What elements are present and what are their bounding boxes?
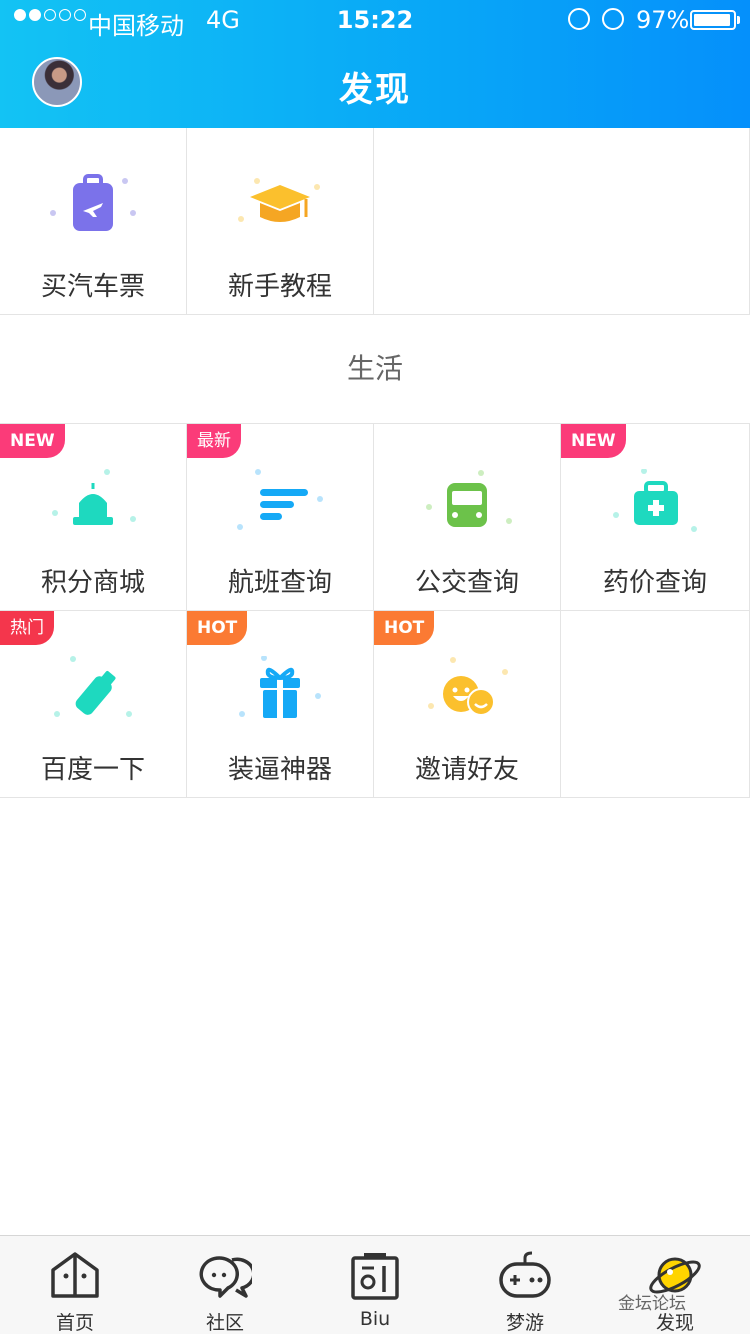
biu-icon: [351, 1253, 399, 1300]
grid-empty-cell: [374, 128, 750, 315]
tab-discover[interactable]: 发现: [600, 1236, 750, 1335]
grid-item-label: 装逼神器: [227, 755, 332, 785]
tab-dream[interactable]: 梦游: [450, 1236, 600, 1335]
chat-icon: [199, 1256, 252, 1298]
grid-item-label: 药价查询: [602, 568, 707, 598]
grid-item-label: 积分商城: [40, 568, 145, 598]
battery-percent: 97%: [636, 6, 690, 34]
header-bar: 中国移动 4G 15:22 97% 发现: [0, 0, 750, 128]
luggage-icon: [50, 174, 136, 231]
home-icon: [51, 1252, 99, 1298]
tab-label: 梦游: [505, 1312, 544, 1334]
badge-hot: HOT: [374, 611, 435, 645]
grid-item-bus-ticket[interactable]: 买汽车票: [0, 128, 187, 315]
smiley-icon: [428, 657, 508, 716]
badge-new: NEW: [561, 424, 626, 458]
bus-icon: [426, 470, 512, 527]
lines-icon: [237, 469, 323, 530]
grid-item-points-mall[interactable]: NEW 积分商城: [0, 424, 187, 611]
grid-empty-cell: [561, 611, 750, 798]
grid-item-label: 邀请好友: [414, 755, 519, 785]
section-title: 生活: [0, 314, 750, 424]
grid-item-tutorial[interactable]: 新手教程: [187, 128, 374, 315]
grid-item-flight-query[interactable]: 最新 航班查询: [187, 424, 374, 611]
tab-bar: 首页 社区 Biu 梦游 发现: [0, 1235, 750, 1334]
tab-community[interactable]: 社区: [150, 1236, 300, 1335]
grid-item-show-off-tool[interactable]: HOT 装逼神器: [187, 611, 374, 798]
tab-label: 首页: [55, 1312, 94, 1334]
tab-biu[interactable]: Biu: [300, 1236, 450, 1335]
tab-label: 社区: [205, 1312, 244, 1334]
bottle-icon: [54, 656, 132, 717]
grid-item-label: 航班查询: [227, 568, 332, 598]
badge-new: NEW: [0, 424, 65, 458]
tab-home[interactable]: 首页: [0, 1236, 150, 1335]
page-title: 发现: [339, 70, 411, 110]
grid-item-baidu[interactable]: 热门 百度一下: [0, 611, 187, 798]
gamepad-icon: [499, 1251, 551, 1298]
alarm-light-icon: [52, 469, 136, 525]
medkit-icon: [613, 469, 697, 532]
gift-icon: [239, 656, 321, 718]
grid-item-bus-query[interactable]: 公交查询: [374, 424, 561, 611]
grid-item-label: 新手教程: [227, 272, 332, 302]
rotation-lock-icon: [568, 8, 590, 30]
badge-popular: 热门: [0, 611, 54, 645]
watermark: 金坛论坛: [618, 1294, 686, 1314]
badge-latest: 最新: [187, 424, 241, 458]
grid-item-invite-friends[interactable]: HOT 邀请好友: [374, 611, 561, 798]
grid-item-label: 公交查询: [414, 568, 519, 598]
grid-item-drug-price[interactable]: NEW 药价查询: [561, 424, 750, 611]
grid-item-label: 买汽车票: [40, 272, 145, 302]
badge-hot: HOT: [187, 611, 248, 645]
status-bar: 中国移动 4G 15:22 97%: [0, 0, 750, 40]
alarm-icon: [602, 8, 624, 30]
grid-item-label: 百度一下: [40, 755, 145, 785]
battery-icon: [690, 10, 736, 30]
tab-label: Biu: [359, 1308, 391, 1330]
graduation-cap-icon: [238, 178, 320, 222]
